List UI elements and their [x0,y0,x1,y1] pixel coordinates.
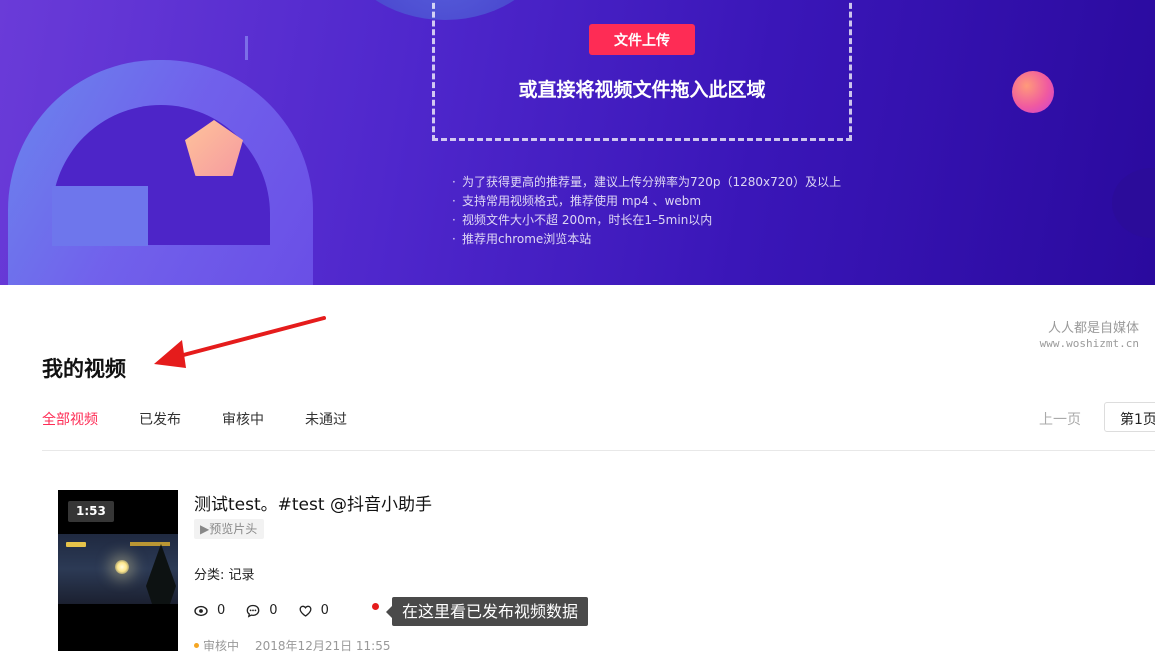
watermark: 人人都是自媒体 www.woshizmt.cn [1040,320,1139,351]
page-select[interactable]: 第1页 [1104,402,1155,432]
thumbnail-tree [146,544,176,604]
callout-dot [372,603,379,610]
video-category: 分类: 记录 [194,568,255,583]
tip-item: · 支持常用视频格式，推荐使用 mp4 、webm [452,194,702,208]
tab-under-review[interactable]: 审核中 [222,409,264,429]
drop-hint: 或直接将视频文件拖入此区域 [518,79,766,101]
likes-stat: 0 [299,603,329,618]
watermark-line2: www.woshizmt.cn [1039,337,1139,350]
page-title: 我的视频 [42,357,126,381]
preview-intro-button[interactable]: ▶预览片头 [194,519,265,539]
decorative-edge-circle [1112,168,1155,238]
video-title[interactable]: 测试test。#test @抖音小助手 [194,490,432,515]
duration-badge: 1:53 [68,501,114,522]
prev-page-button[interactable]: 上一页 [1039,409,1081,429]
comments-count: 0 [269,603,278,618]
upload-banner: 文件上传 或直接将视频文件拖入此区域 · 为了获得更高的推荐量，建议上传分辨率为7… [0,0,1155,285]
thumbnail-moon [115,560,129,574]
comment-icon [246,604,260,618]
video-status-tabs: 全部视频 已发布 审核中 未通过 [42,409,388,429]
video-list-item: 1:53 测试test。#test @抖音小助手 ▶预览片头 分类: 记录 0 … [58,490,1155,660]
eye-icon [194,605,208,616]
tab-rejected[interactable]: 未通过 [305,409,347,429]
views-count: 0 [217,603,226,618]
upload-tips: · 为了获得更高的推荐量，建议上传分辨率为720p（1280x720）及以上 · 支… [452,173,841,249]
thumbnail-logo [66,542,86,547]
drop-zone[interactable] [432,0,852,141]
tip-item: · 推荐用chrome浏览本站 [452,232,592,246]
divider [42,450,1155,451]
status-dot [194,643,199,648]
annotation-arrow-icon [154,316,326,368]
tab-published[interactable]: 已发布 [139,409,181,429]
status-badge: 审核中 [203,639,240,653]
thumbnail-caption [130,542,170,546]
video-status-row: 审核中 2018年12月21日 11:55 [194,637,391,654]
heart-icon [299,605,312,617]
video-stats: 0 0 0 [194,603,350,618]
publish-datetime: 2018年12月21日 11:55 [255,639,391,653]
annotation-callout: 在这里看已发布视频数据 [385,597,589,626]
tab-all-videos[interactable]: 全部视频 [42,409,98,429]
comments-stat: 0 [246,603,278,618]
watermark-line1: 人人都是自媒体 [1047,321,1139,336]
decorative-ball [1012,71,1054,113]
views-stat: 0 [194,603,225,618]
tip-item: · 视频文件大小不超 200m，时长在1–5min以内 [452,213,713,227]
file-upload-button[interactable]: 文件上传 [589,24,695,55]
tip-item: · 为了获得更高的推荐量，建议上传分辨率为720p（1280x720）及以上 [452,175,842,189]
likes-count: 0 [320,603,329,618]
decorative-stick [245,36,248,60]
thumbnail-scene [58,534,178,604]
decorative-arch-notch [52,186,148,246]
video-thumbnail[interactable]: 1:53 [58,490,178,651]
